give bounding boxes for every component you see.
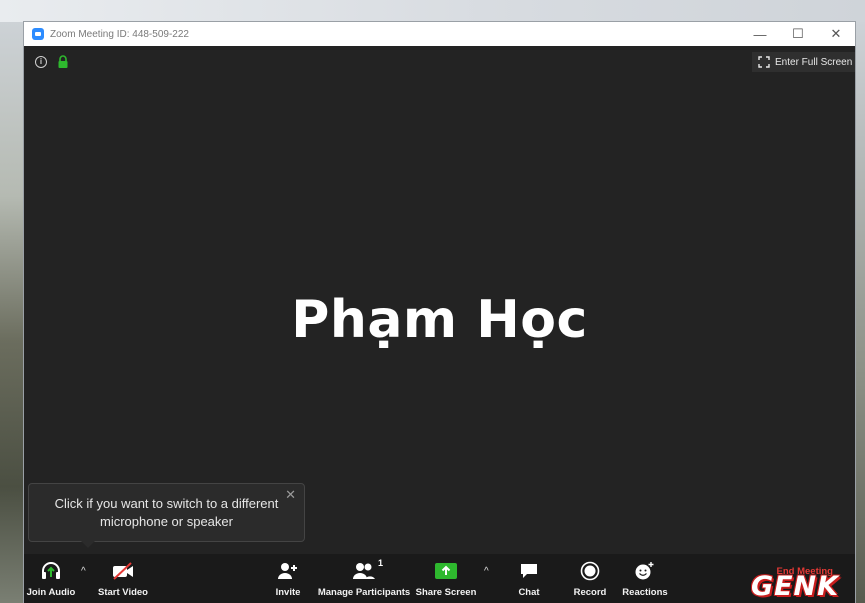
zoom-app-icon [32,28,44,40]
enter-full-screen-button[interactable]: Enter Full Screen [752,52,855,72]
genk-watermark-logo: GENK [725,569,865,603]
invite-button[interactable]: Invite [268,554,308,603]
chat-button[interactable]: Chat [510,554,548,603]
zoom-meeting-window: Zoom Meeting ID: 448-509-222 — ☐ ✕ i Ent… [24,22,855,603]
title-bar[interactable]: Zoom Meeting ID: 448-509-222 — ☐ ✕ [24,22,855,46]
share-screen-label: Share Screen [415,587,477,598]
fullscreen-label: Enter Full Screen [775,56,853,68]
fullscreen-icon [758,56,770,68]
minimize-button[interactable]: — [741,22,779,46]
record-icon [580,560,600,582]
desktop-background-top [0,0,865,22]
manage-participants-label: Manage Participants [317,587,411,598]
video-off-icon [111,560,135,582]
watermark-text: GENK [750,570,840,602]
tooltip-close-button[interactable]: ✕ [285,486,296,504]
record-button[interactable]: Record [570,554,610,603]
manage-participants-button[interactable]: Manage Participants [318,554,410,603]
participant-name: Phạm Học [291,290,588,350]
tooltip-line-2: microphone or speaker [100,514,233,529]
desktop-background-right [855,22,865,603]
record-label: Record [573,587,607,598]
invite-label: Invite [275,587,301,598]
add-user-icon [277,560,299,582]
participants-icon [352,560,376,582]
audio-options-caret[interactable]: ^ [81,566,86,577]
window-title: Zoom Meeting ID: 448-509-222 [50,28,189,40]
participant-count-badge: 1 [378,558,384,568]
lock-icon[interactable] [57,55,69,69]
desktop-background-left [0,22,24,603]
join-audio-label: Join Audio [26,587,76,598]
window-controls: — ☐ ✕ [741,22,855,46]
reactions-label: Reactions [622,587,668,598]
chat-label: Chat [518,587,540,598]
tooltip-arrow [81,541,95,548]
tooltip-line-1: Click if you want to switch to a differe… [54,496,279,511]
join-audio-button[interactable]: Join Audio [26,554,76,603]
headphones-icon [40,560,62,582]
start-video-label: Start Video [98,587,148,598]
reactions-button[interactable]: Reactions [622,554,668,603]
start-video-button[interactable]: Start Video [98,554,148,603]
audio-switch-tooltip: Click if you want to switch to a differe… [28,483,305,548]
share-screen-icon [434,560,458,582]
video-area: i Enter Full Screen Phạm Học [24,46,855,554]
reactions-icon [634,560,656,582]
share-screen-button[interactable]: Share Screen [416,554,476,603]
maximize-button[interactable]: ☐ [779,22,817,46]
close-button[interactable]: ✕ [817,22,855,46]
info-icon[interactable]: i [35,56,47,68]
share-options-caret[interactable]: ^ [484,566,489,577]
chat-icon [519,560,539,582]
